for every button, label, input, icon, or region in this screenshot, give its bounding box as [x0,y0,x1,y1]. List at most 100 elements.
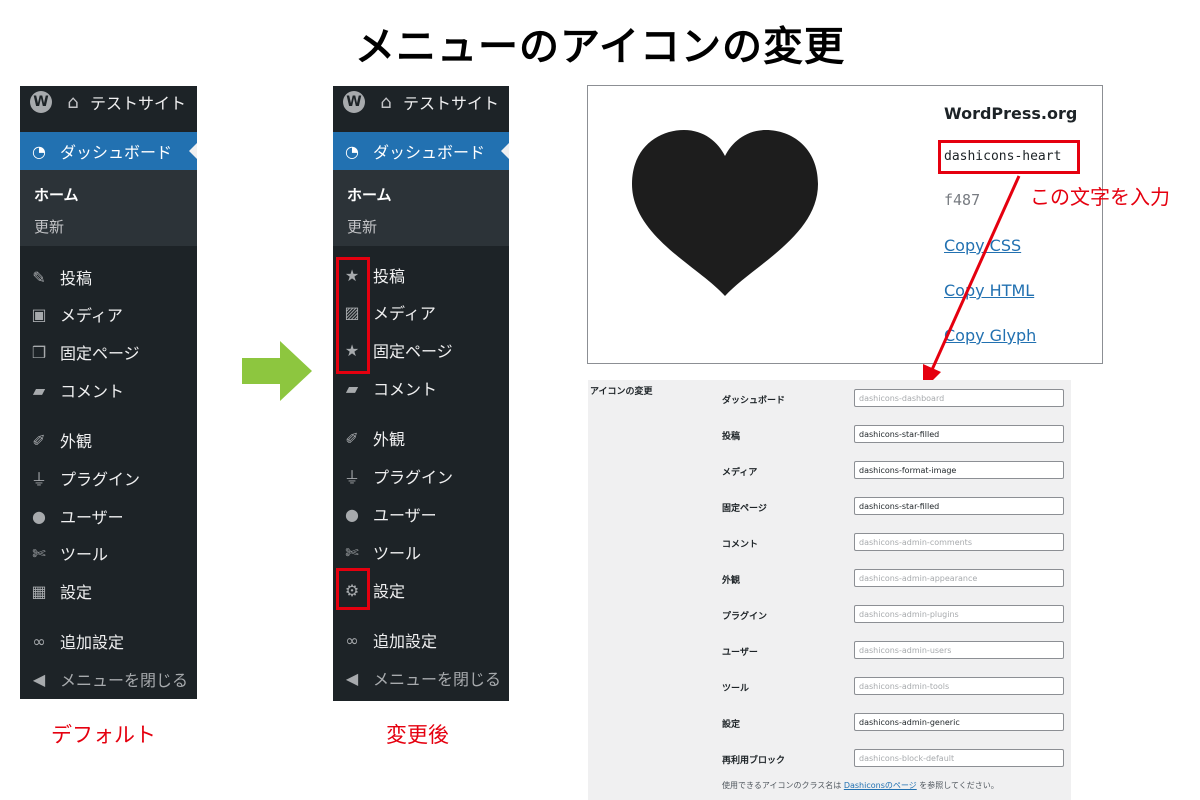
icon-settings-panel: アイコンの変更 ダッシュボード 投稿 メディア 固定ページ コメント 外観 プラ… [588,380,1071,800]
menu-label: ダッシュボード [60,143,173,162]
icon-input-media[interactable] [854,461,1064,479]
dashboard-icon: ◔ [345,141,359,161]
collapse-arrow-icon: ◀ [32,669,46,689]
site-name-bar[interactable]: W ⌂ テストサイト [20,86,197,118]
icon-input-dashboard[interactable] [854,389,1064,407]
menu-dashboard[interactable]: ◔ ダッシュボード [20,132,197,170]
brush-icon: ✐ [345,428,359,448]
menu-comments[interactable]: ▰ コメント [20,375,197,405]
page-icon: ❒ [31,342,47,362]
menu-users[interactable]: ● ユーザー [333,499,509,529]
wordpress-logo-icon[interactable]: W [343,91,365,113]
field-label: 外観 [722,576,741,586]
menu-comments[interactable]: ▰ コメント [333,373,509,403]
comment-icon: ▰ [32,380,46,400]
menu-label: メディア [60,306,123,325]
icon-input-tools[interactable] [854,677,1064,695]
dashicons-page-link[interactable]: Dashiconsのページ [844,781,917,790]
menu-label: 追加設定 [60,633,125,652]
wrench-icon: ✄ [32,543,46,563]
dashicon-detail-card: WordPress.org dashicons-heart f487 Copy … [587,85,1103,364]
icon-input-comments[interactable] [854,533,1064,551]
site-name: テストサイト [403,94,500,113]
site-name-bar[interactable]: W ⌂ テストサイト [333,86,509,118]
menu-label: 投稿 [373,267,406,286]
collapse-arrow-icon: ◀ [345,668,359,688]
help-note: 使用できるアイコンのクラス名は Dashiconsのページ を参照してください。 [722,780,999,791]
field-label: ユーザー [722,648,758,658]
icon-input-posts[interactable] [854,425,1064,443]
dashboard-icon: ◔ [32,141,46,161]
menu-plugins[interactable]: ⏚ プラグイン [333,461,509,491]
menu-label: メディア [373,304,436,323]
icon-input-appearance[interactable] [854,569,1064,587]
note-text: を参照してください。 [919,781,999,790]
menu-extra-settings[interactable]: ∞ 追加設定 [20,626,197,656]
menu-tools[interactable]: ✄ ツール [20,538,197,568]
field-label: プラグイン [722,612,768,622]
menu-label: プラグイン [60,470,141,489]
home-icon: ⌂ [67,91,79,113]
comment-icon: ▰ [345,378,359,398]
caption-after: 変更後 [386,723,449,747]
menu-label: メニューを閉じる [60,671,189,690]
icon-input-pages[interactable] [854,497,1064,515]
settings-sliders-icon: ▦ [31,581,47,601]
note-text: 使用できるアイコンのクラス名は [722,781,842,790]
menu-appearance[interactable]: ✐ 外観 [20,425,197,455]
submenu-updates[interactable]: 更新 [347,216,377,237]
menu-label: コメント [373,380,438,399]
menu-label: 外観 [60,432,93,451]
menu-collapse[interactable]: ◀ メニューを閉じる [20,664,197,694]
field-label: 設定 [722,720,741,730]
menu-label: 追加設定 [373,632,438,651]
submenu-updates[interactable]: 更新 [34,216,64,237]
settings-title: アイコンの変更 [590,387,653,397]
menu-posts[interactable]: ✎ 投稿 [20,262,197,292]
icon-input-settings[interactable] [854,713,1064,731]
menu-tools[interactable]: ✄ ツール [333,537,509,567]
field-label: ダッシュボード [722,396,786,406]
menu-label: 外観 [373,430,406,449]
icon-input-users[interactable] [854,641,1064,659]
green-arrow-icon [242,341,312,401]
menu-label: ユーザー [373,506,437,525]
menu-collapse[interactable]: ◀ メニューを閉じる [333,663,509,693]
field-label: 固定ページ [722,504,767,514]
brand-label: WordPress.org [944,104,1078,123]
icon-input-reusable-blocks[interactable] [854,749,1064,767]
menu-settings[interactable]: ▦ 設定 [20,576,197,606]
menu-pages[interactable]: ❒ 固定ページ [20,337,197,367]
media-icon: ▣ [31,304,47,324]
menu-plugins[interactable]: ⏚ プラグイン [20,463,197,493]
menu-label: 設定 [60,583,93,602]
menu-media[interactable]: ▣ メディア [20,299,197,329]
submenu-home[interactable]: ホーム [34,184,79,205]
menu-label: プラグイン [373,468,454,487]
menu-appearance[interactable]: ✐ 外観 [333,423,509,453]
menu-dashboard[interactable]: ◔ ダッシュボード [333,132,509,170]
menu-label: ダッシュボード [373,143,486,162]
menu-label: ツール [60,545,109,564]
menu-label: メニューを閉じる [373,670,502,689]
field-label: コメント [722,540,759,550]
menu-extra-settings[interactable]: ∞ 追加設定 [333,625,509,655]
plug-icon: ⏚ [30,470,47,489]
field-label: ツール [722,684,750,694]
heart-icon [632,130,818,296]
field-label: メディア [722,468,758,478]
menu-label: 固定ページ [60,344,140,363]
submenu-home[interactable]: ホーム [347,184,392,205]
wordpress-logo-icon[interactable]: W [30,91,52,113]
menu-users[interactable]: ● ユーザー [20,501,197,531]
icon-input-plugins[interactable] [854,605,1064,623]
changed-icons-highlight [336,257,370,374]
site-name: テストサイト [90,94,187,113]
dashboard-submenu: ホーム 更新 [20,170,197,246]
red-arrow-icon [923,175,1021,390]
menu-label: ユーザー [60,508,124,527]
field-label: 再利用ブロック [722,756,786,766]
plug-icon: ⏚ [343,468,360,487]
admin-sidebar-default: W ⌂ テストサイト ◔ ダッシュボード ホーム 更新 ✎ 投稿 ▣ メディア ❒ 固… [20,86,197,699]
home-icon: ⌂ [380,91,392,113]
